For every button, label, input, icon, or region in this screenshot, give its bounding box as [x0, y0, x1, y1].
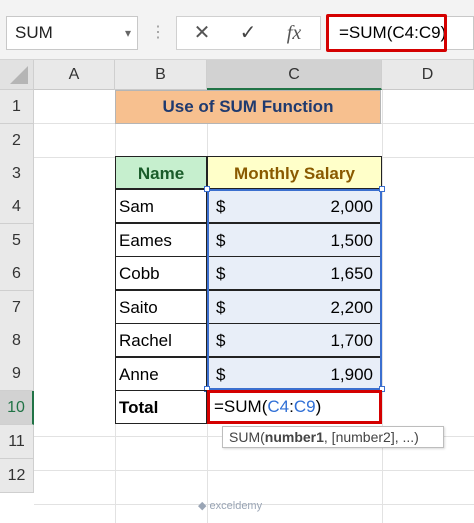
name-header-cell[interactable]: Name: [115, 156, 207, 189]
title-cell[interactable]: Use of SUM Function: [115, 90, 381, 124]
range-handle[interactable]: [379, 186, 385, 192]
row-header[interactable]: 1: [0, 90, 34, 124]
logo-icon: ◆: [198, 500, 210, 512]
name-cell[interactable]: Cobb: [115, 256, 207, 290]
cancel-icon[interactable]: ✕: [182, 16, 222, 50]
gridline: [34, 470, 474, 471]
row-header-active[interactable]: 10: [0, 391, 34, 425]
select-all-corner[interactable]: [0, 60, 34, 90]
row-header[interactable]: 2: [0, 124, 34, 158]
enter-icon[interactable]: ✓: [228, 16, 268, 50]
tooltip-arg1[interactable]: number1: [265, 429, 324, 445]
range-handle[interactable]: [204, 186, 210, 192]
chevron-down-icon[interactable]: ▾: [118, 16, 138, 50]
row-header[interactable]: 6: [0, 257, 34, 291]
row-header[interactable]: 11: [0, 425, 34, 459]
tooltip-rest: , [number2], ...): [323, 429, 419, 445]
total-label-cell[interactable]: Total: [115, 390, 207, 424]
formula-highlight-box: [326, 14, 447, 52]
gridline: [382, 90, 383, 523]
row-header[interactable]: 12: [0, 459, 34, 493]
salary-header-cell[interactable]: Monthly Salary: [207, 156, 382, 189]
formula-prefix: =SUM(: [214, 397, 268, 416]
select-all-icon: [10, 66, 28, 84]
column-header-c[interactable]: C: [207, 60, 382, 90]
range-ref-start: C4: [267, 397, 290, 416]
tooltip-func: SUM(: [229, 429, 265, 445]
watermark-text: exceldemy: [209, 500, 263, 512]
row-header[interactable]: 8: [0, 324, 34, 358]
row-header[interactable]: 5: [0, 224, 34, 258]
name-cell[interactable]: Saito: [115, 290, 207, 324]
active-cell-editor[interactable]: =SUM(C4:C9): [207, 390, 382, 424]
insert-function-icon[interactable]: fx: [274, 16, 314, 50]
drag-handle-icon[interactable]: ⋮: [150, 16, 166, 50]
column-header-d[interactable]: D: [382, 60, 474, 90]
name-cell[interactable]: Eames: [115, 223, 207, 257]
reference-range-highlight: [207, 189, 382, 390]
row-header[interactable]: 9: [0, 357, 34, 391]
name-cell[interactable]: Sam: [115, 189, 207, 223]
formula-suffix: ): [315, 397, 322, 416]
column-header-a[interactable]: A: [34, 60, 115, 90]
row-header[interactable]: 7: [0, 291, 34, 325]
name-cell[interactable]: Rachel: [115, 323, 207, 357]
column-header-b[interactable]: B: [115, 60, 207, 90]
row-header[interactable]: 3: [0, 157, 34, 191]
function-argument-tooltip[interactable]: SUM(number1, [number2], ...): [222, 426, 444, 448]
range-ref-end: C9: [293, 397, 316, 416]
row-header[interactable]: 4: [0, 190, 34, 224]
watermark-logo: ◆ exceldemy: [198, 497, 318, 515]
name-cell[interactable]: Anne: [115, 357, 207, 391]
